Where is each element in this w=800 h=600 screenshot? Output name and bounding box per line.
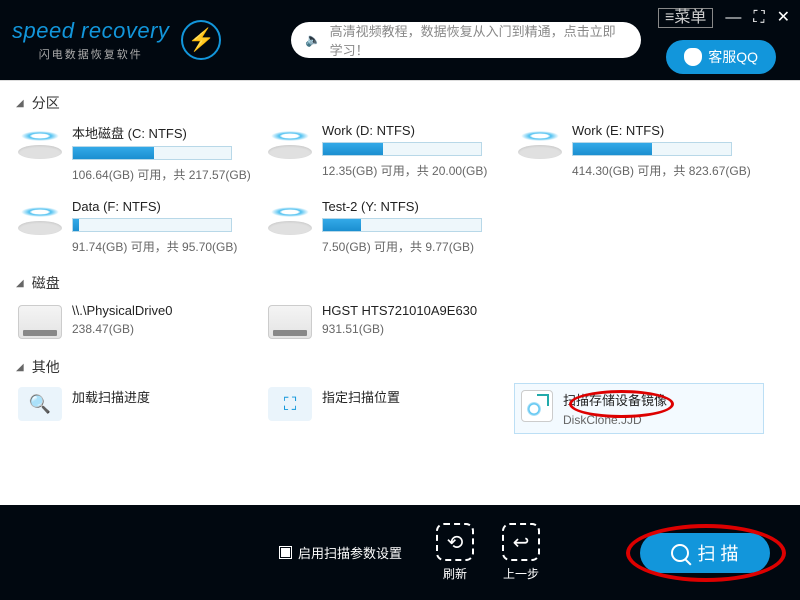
search-icon: 🔍 [18, 387, 62, 421]
partition-title: Test-2 (Y: NTFS) [322, 199, 510, 214]
minimize-icon[interactable]: — [725, 10, 741, 26]
disk-title: HGST HTS721010A9E630 [322, 303, 510, 318]
partition-item[interactable]: Work (D: NTFS) 12.35(GB) 可用，共 20.00(GB) [264, 119, 514, 195]
disk-icon [18, 205, 62, 235]
partition-title: Work (D: NTFS) [322, 123, 510, 138]
disk-icon [18, 129, 62, 159]
main-content: ◢ 分区 本地磁盘 (C: NTFS) 106.64(GB) 可用，共 217.5… [0, 80, 800, 505]
usage-bar [72, 146, 232, 160]
load-progress-label: 加载扫描进度 [72, 387, 260, 406]
qq-icon [684, 48, 702, 66]
menu-button[interactable]: ≡菜单 [658, 8, 713, 28]
logo-area: speed recovery 闪电数据恢复软件 ⚡ [12, 18, 221, 62]
partition-usage-text: 414.30(GB) 可用，共 823.67(GB) [572, 162, 760, 179]
scan-image-title: 扫描存储设备镜像 [563, 390, 757, 409]
partition-usage-text: 7.50(GB) 可用，共 9.77(GB) [322, 238, 510, 255]
refresh-button[interactable]: ⟲ 刷新 [436, 523, 474, 582]
param-label: 启用扫描参数设置 [298, 543, 402, 562]
disk-icon [268, 205, 312, 235]
disk-size: 238.47(GB) [72, 322, 260, 336]
footer-bar: 启用扫描参数设置 ⟲ 刷新 ↩ 上一步 扫 描 [0, 505, 800, 600]
set-scan-location[interactable]: ⛶ 指定扫描位置 [264, 383, 514, 434]
set-location-label: 指定扫描位置 [322, 387, 510, 406]
scan-device-image[interactable]: 扫描存储设备镜像 DiskClone.JJD [514, 383, 764, 434]
logo-main: speed recovery [12, 18, 169, 44]
scan-button[interactable]: 扫 描 [640, 533, 770, 573]
tutorial-banner[interactable]: 🔈 高清视频教程，数据恢复从入门到精通，点击立即学习！ [291, 22, 641, 58]
scan-image-filename: DiskClone.JJD [563, 413, 757, 427]
chevron-down-icon: ◢ [16, 98, 24, 109]
section-other[interactable]: ◢ 其他 [14, 351, 786, 383]
partition-title: Data (F: NTFS) [72, 199, 260, 214]
speaker-icon: 🔈 [305, 32, 321, 48]
qq-label: 客服QQ [708, 47, 758, 67]
chevron-down-icon: ◢ [16, 278, 24, 289]
usage-bar [72, 218, 232, 232]
partition-usage-text: 12.35(GB) 可用，共 20.00(GB) [322, 162, 510, 179]
partition-item[interactable]: Test-2 (Y: NTFS) 7.50(GB) 可用，共 9.77(GB) [264, 195, 514, 267]
section-disks-label: 磁盘 [32, 273, 60, 293]
enable-scan-params-checkbox[interactable]: 启用扫描参数设置 [279, 543, 402, 562]
load-scan-progress[interactable]: 🔍 加载扫描进度 [14, 383, 264, 434]
partition-item[interactable]: 本地磁盘 (C: NTFS) 106.64(GB) 可用，共 217.57(GB) [14, 119, 264, 195]
section-partitions-label: 分区 [32, 93, 60, 113]
logo-sub: 闪电数据恢复软件 [12, 46, 169, 62]
back-label: 上一步 [503, 565, 539, 582]
window-controls: ≡菜单 — ⛶ ✕ [658, 8, 790, 28]
bolt-icon: ⚡ [181, 20, 221, 60]
target-icon: ⛶ [268, 387, 312, 421]
partition-usage-text: 91.74(GB) 可用，共 95.70(GB) [72, 238, 260, 255]
partition-usage-text: 106.64(GB) 可用，共 217.57(GB) [72, 166, 260, 183]
refresh-label: 刷新 [443, 565, 467, 582]
checkbox-checked-icon [279, 546, 292, 559]
section-other-label: 其他 [32, 357, 60, 377]
disk-size: 931.51(GB) [322, 322, 510, 336]
physical-disk-item[interactable]: HGST HTS721010A9E630 931.51(GB) [264, 299, 514, 351]
search-icon [671, 544, 689, 562]
app-header: speed recovery 闪电数据恢复软件 ⚡ 🔈 高清视频教程，数据恢复从… [0, 0, 800, 80]
section-disks[interactable]: ◢ 磁盘 [14, 267, 786, 299]
chevron-down-icon: ◢ [16, 362, 24, 373]
tutorial-text: 高清视频教程，数据恢复从入门到精通，点击立即学习！ [330, 21, 628, 59]
scan-label: 扫 描 [697, 540, 738, 566]
drive-icon [268, 305, 312, 339]
physical-disk-item[interactable]: \\.\PhysicalDrive0 238.47(GB) [14, 299, 264, 351]
drive-icon [18, 305, 62, 339]
disk-image-icon [521, 390, 553, 422]
back-icon: ↩ [502, 523, 540, 561]
usage-bar [572, 142, 732, 156]
usage-bar [322, 142, 482, 156]
partition-title: Work (E: NTFS) [572, 123, 760, 138]
close-icon[interactable]: ✕ [777, 10, 790, 26]
section-partitions[interactable]: ◢ 分区 [14, 87, 786, 119]
maximize-icon[interactable]: ⛶ [753, 10, 764, 26]
customer-service-button[interactable]: 客服QQ [666, 40, 776, 74]
usage-bar [322, 218, 482, 232]
partition-title: 本地磁盘 (C: NTFS) [72, 123, 260, 142]
refresh-icon: ⟲ [436, 523, 474, 561]
disk-icon [268, 129, 312, 159]
disk-icon [518, 129, 562, 159]
partition-item[interactable]: Data (F: NTFS) 91.74(GB) 可用，共 95.70(GB) [14, 195, 264, 267]
back-button[interactable]: ↩ 上一步 [502, 523, 540, 582]
partition-item[interactable]: Work (E: NTFS) 414.30(GB) 可用，共 823.67(GB) [514, 119, 764, 195]
disk-title: \\.\PhysicalDrive0 [72, 303, 260, 318]
